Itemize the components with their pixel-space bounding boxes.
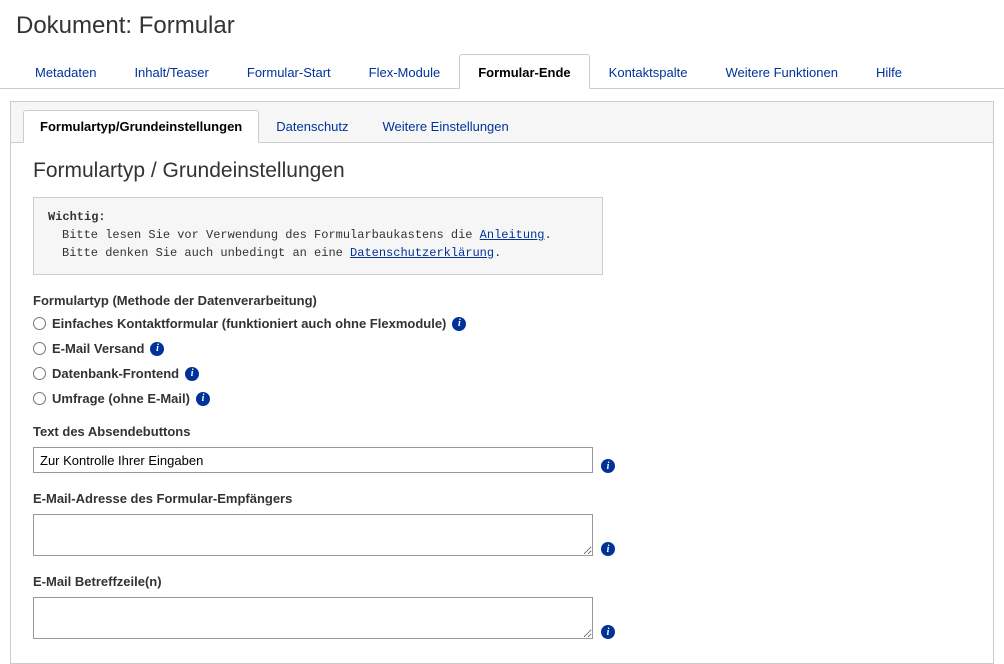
info-icon[interactable]: i (601, 542, 615, 556)
tab-kontaktspalte[interactable]: Kontaktspalte (590, 54, 707, 89)
radio-label: Datenbank-Frontend (52, 366, 179, 381)
info-icon[interactable]: i (185, 367, 199, 381)
notice-text: Bitte lesen Sie vor Verwendung des Formu… (62, 228, 480, 242)
tab-flex-module[interactable]: Flex-Module (350, 54, 460, 89)
radio-label: Umfrage (ohne E-Mail) (52, 391, 190, 406)
subtab-weitere-einstellungen[interactable]: Weitere Einstellungen (366, 110, 526, 143)
tab-metadaten[interactable]: Metadaten (16, 54, 115, 89)
datenschutz-link[interactable]: Datenschutzerklärung (350, 246, 494, 260)
notice-text: Bitte denken Sie auch unbedingt an eine (62, 246, 350, 260)
radio-input-datenbank[interactable] (33, 367, 46, 380)
tab-inhalt-teaser[interactable]: Inhalt/Teaser (115, 54, 227, 89)
radio-umfrage: Umfrage (ohne E-Mail) i (33, 391, 971, 406)
radio-datenbank-frontend: Datenbank-Frontend i (33, 366, 971, 381)
info-icon[interactable]: i (601, 625, 615, 639)
tab-formular-ende[interactable]: Formular-Ende (459, 54, 589, 89)
notice-box: Wichtig: Bitte lesen Sie vor Verwendung … (33, 197, 603, 275)
info-icon[interactable]: i (601, 459, 615, 473)
notice-text: . (494, 246, 501, 260)
email-subject-textarea[interactable] (33, 597, 593, 639)
radio-einfaches-kontaktformular: Einfaches Kontaktformular (funktioniert … (33, 316, 971, 331)
tab-weitere-funktionen[interactable]: Weitere Funktionen (706, 54, 857, 89)
info-icon[interactable]: i (452, 317, 466, 331)
radio-input-kontaktformular[interactable] (33, 317, 46, 330)
subtab-datenschutz[interactable]: Datenschutz (259, 110, 365, 143)
radio-input-email[interactable] (33, 342, 46, 355)
notice-line-1: Bitte lesen Sie vor Verwendung des Formu… (48, 226, 588, 244)
submit-text-input[interactable] (33, 447, 593, 473)
tab-formular-start[interactable]: Formular-Start (228, 54, 350, 89)
radio-input-umfrage[interactable] (33, 392, 46, 405)
info-icon[interactable]: i (196, 392, 210, 406)
radio-email-versand: E-Mail Versand i (33, 341, 971, 356)
notice-title: Wichtig: (48, 208, 588, 226)
formtype-label: Formulartyp (Methode der Datenverarbeitu… (33, 293, 971, 308)
anleitung-link[interactable]: Anleitung (480, 228, 545, 242)
sub-panel: Formulartyp / Grundeinstellungen Wichtig… (11, 142, 993, 663)
notice-line-2: Bitte denken Sie auch unbedingt an eine … (48, 244, 588, 262)
notice-text: . (544, 228, 551, 242)
radio-label: Einfaches Kontaktformular (funktioniert … (52, 316, 446, 331)
subtab-grundeinstellungen[interactable]: Formulartyp/Grundeinstellungen (23, 110, 259, 143)
section-heading: Formulartyp / Grundeinstellungen (33, 159, 971, 183)
email-recipient-label: E-Mail-Adresse des Formular-Empfängers (33, 491, 971, 506)
email-subject-label: E-Mail Betreffzeile(n) (33, 574, 971, 589)
sub-tabs: Formulartyp/Grundeinstellungen Datenschu… (11, 102, 993, 143)
email-recipient-textarea[interactable] (33, 514, 593, 556)
tab-hilfe[interactable]: Hilfe (857, 54, 921, 89)
main-tabs: Metadaten Inhalt/Teaser Formular-Start F… (0, 54, 1004, 89)
page-title: Dokument: Formular (0, 0, 1004, 54)
main-panel: Formulartyp/Grundeinstellungen Datenschu… (10, 101, 994, 664)
info-icon[interactable]: i (150, 342, 164, 356)
radio-label: E-Mail Versand (52, 341, 144, 356)
submit-text-label: Text des Absendebuttons (33, 424, 971, 439)
